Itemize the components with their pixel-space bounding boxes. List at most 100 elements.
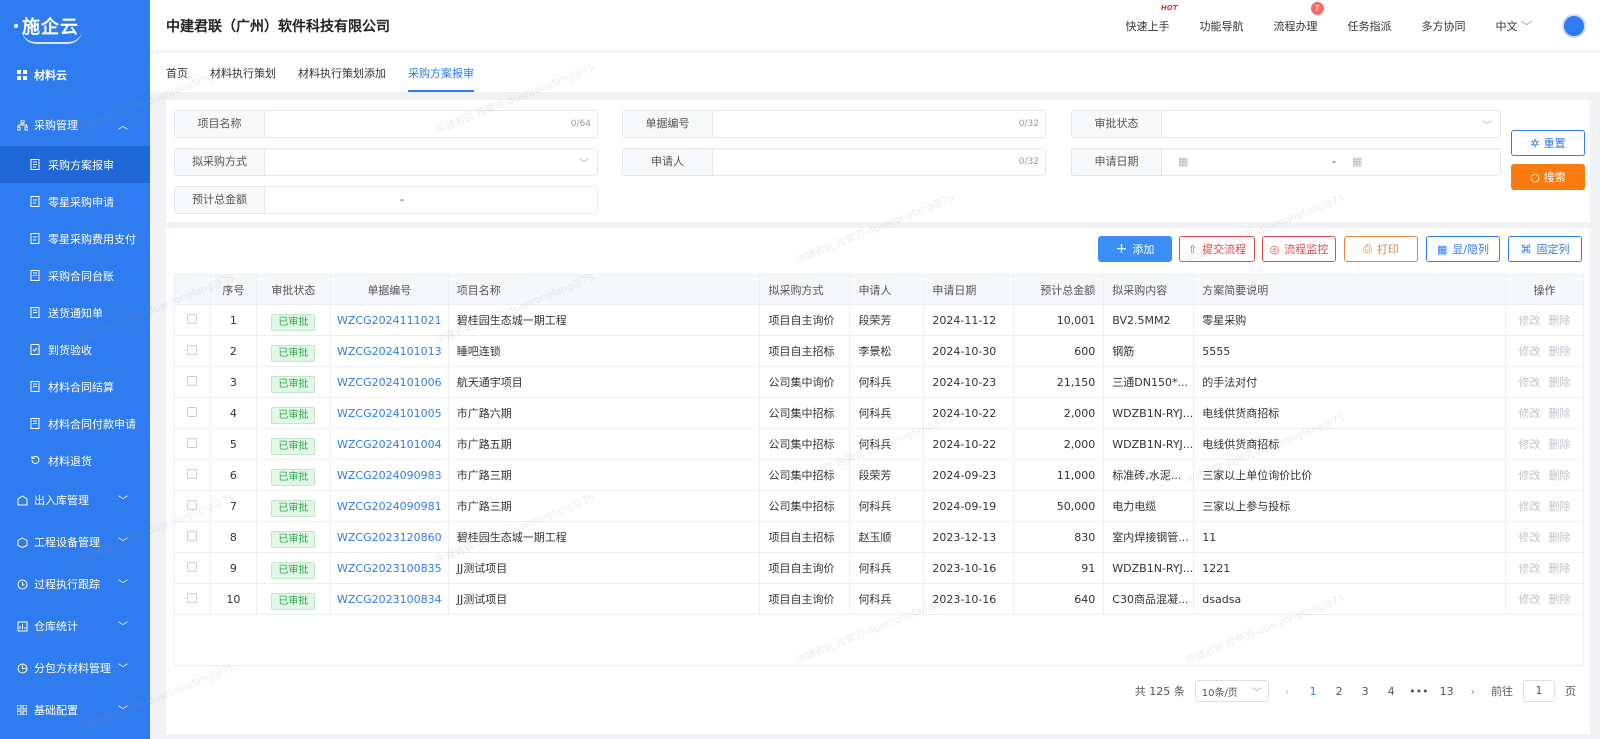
delete-link[interactable]: 删除 xyxy=(1548,345,1570,358)
tab-purchase-plan[interactable]: 采购方案报审 xyxy=(408,52,474,92)
nav-sub-spot-payment[interactable]: 零星采购费用支付 xyxy=(0,220,150,257)
page-number[interactable]: 4 xyxy=(1383,685,1399,698)
approval-status-field[interactable]: 审批状态 ﹀ xyxy=(1071,110,1501,138)
row-checkbox[interactable] xyxy=(187,313,198,324)
delete-link[interactable]: 删除 xyxy=(1548,407,1570,420)
tab-home[interactable]: 首页 xyxy=(166,52,188,92)
purchase-method-field[interactable]: 拟采购方式 ﹀ xyxy=(174,148,598,176)
nav-group-stock-stats[interactable]: 仓库统计 ﹀ xyxy=(0,605,150,647)
table-row[interactable]: 7 已审批 WZCG2024090981 市广路三期 公司集中招标 何科兵 2024-09-… xyxy=(174,490,1585,522)
page-number[interactable]: 3 xyxy=(1357,685,1373,698)
doc-no-link[interactable]: WZCG2023100835 xyxy=(337,562,442,575)
edit-link[interactable]: 修改 xyxy=(1518,376,1540,389)
nav-item-material-cloud[interactable]: 材料云 xyxy=(0,52,150,98)
nav-sub-arrival-check[interactable]: 到货验收 xyxy=(0,331,150,368)
table-row[interactable]: 8 已审批 WZCG2023120860 碧桂园生态城一期工程 项目自主招标 赵玉顺 202… xyxy=(174,521,1585,553)
doc-no-link[interactable]: WZCG2024101005 xyxy=(337,407,442,420)
project-name-input[interactable]: 0/64 xyxy=(265,111,597,137)
delete-link[interactable]: 删除 xyxy=(1548,438,1570,451)
row-checkbox[interactable] xyxy=(187,468,198,479)
delete-link[interactable]: 删除 xyxy=(1548,531,1570,544)
row-checkbox[interactable] xyxy=(187,561,198,572)
row-checkbox[interactable] xyxy=(187,375,198,386)
add-button[interactable]: + 添加 xyxy=(1098,236,1172,262)
row-checkbox[interactable] xyxy=(187,437,198,448)
delete-link[interactable]: 删除 xyxy=(1548,500,1570,513)
menu-quick-start[interactable]: 快速上手 HOT xyxy=(1126,4,1178,34)
menu-workflow[interactable]: 流程办理 7 xyxy=(1274,2,1324,34)
flow-monitor-button[interactable]: ◎ 流程监控 xyxy=(1262,236,1336,262)
avatar[interactable] xyxy=(1562,14,1586,38)
logo[interactable]: 施企云 xyxy=(0,0,150,52)
nav-sub-payment-apply[interactable]: 材料合同付款申请 xyxy=(0,405,150,442)
table-row[interactable]: 3 已审批 WZCG2024101006 航天通宇项目 公司集中询价 何科兵 2024-10… xyxy=(174,366,1585,398)
edit-link[interactable]: 修改 xyxy=(1518,562,1540,575)
total-amount-field[interactable]: 预计总金额 - xyxy=(174,186,598,214)
edit-link[interactable]: 修改 xyxy=(1518,438,1540,451)
row-checkbox[interactable] xyxy=(187,530,198,541)
table-row[interactable]: 4 已审批 WZCG2024101005 市广路六期 公司集中招标 何科兵 2024-10-… xyxy=(174,397,1585,429)
nav-group-warehouse-io[interactable]: 出入库管理 ﹀ xyxy=(0,479,150,521)
apply-date-field[interactable]: 申请日期 ▦ - ▦ xyxy=(1071,148,1501,176)
table-row[interactable]: 1 已审批 WZCG2024111021 碧桂园生态城一期工程 项目自主询价 段荣芳 202… xyxy=(174,304,1585,336)
table-row[interactable]: 6 已审批 WZCG2024090983 市广路三期 公司集中招标 段荣芳 2024-09-… xyxy=(174,459,1585,491)
page-jump-input[interactable]: 1 xyxy=(1523,680,1555,702)
approval-status-select[interactable]: ﹀ xyxy=(1162,111,1500,137)
nav-sub-contract-ledger[interactable]: 采购合同台账 xyxy=(0,257,150,294)
table-row[interactable]: 2 已审批 WZCG2024101013 睡吧连锁 项目自主招标 李景松 2024-10-3… xyxy=(174,335,1585,367)
project-name-field[interactable]: 项目名称 0/64 xyxy=(174,110,598,138)
total-amount-range[interactable]: - xyxy=(265,187,597,213)
edit-link[interactable]: 修改 xyxy=(1518,500,1540,513)
page-ellipsis[interactable]: ••• xyxy=(1409,685,1428,698)
nav-group-process-track[interactable]: 过程执行跟踪 ﹀ xyxy=(0,563,150,605)
doc-no-link[interactable]: WZCG2024111021 xyxy=(337,314,442,327)
purchase-method-select[interactable]: ﹀ xyxy=(265,149,597,175)
doc-no-link[interactable]: WZCG2024101013 xyxy=(337,345,442,358)
row-checkbox[interactable] xyxy=(187,344,198,355)
row-checkbox[interactable] xyxy=(187,499,198,510)
nav-group-base-config[interactable]: 基础配置 ﹀ xyxy=(0,689,150,731)
delete-link[interactable]: 删除 xyxy=(1548,376,1570,389)
nav-sub-material-return[interactable]: 材料退货 xyxy=(0,442,150,479)
applicant-field[interactable]: 申请人 0/32 xyxy=(622,148,1046,176)
menu-collaboration[interactable]: 多方协同 xyxy=(1422,18,1466,34)
page-number[interactable]: 1 xyxy=(1305,685,1321,698)
row-checkbox[interactable] xyxy=(187,406,198,417)
page-number[interactable]: 13 xyxy=(1439,685,1455,698)
reset-button[interactable]: ✲ 重置 xyxy=(1511,130,1585,156)
nav-group-subcontract[interactable]: 分包方材料管理 ﹀ xyxy=(0,647,150,689)
search-button[interactable]: ○ 搜索 xyxy=(1511,164,1585,190)
edit-link[interactable]: 修改 xyxy=(1518,531,1540,544)
edit-link[interactable]: 修改 xyxy=(1518,345,1540,358)
table-row[interactable]: 5 已审批 WZCG2024101004 市广路五期 公司集中招标 何科兵 2024-10-… xyxy=(174,428,1585,460)
applicant-input[interactable]: 0/32 xyxy=(713,149,1045,175)
menu-task-assign[interactable]: 任务指派 xyxy=(1348,18,1392,34)
nav-group-procurement[interactable]: 采购管理 ︿ xyxy=(0,104,150,146)
print-button[interactable]: ⎙ 打印 xyxy=(1344,236,1418,262)
submit-flow-button[interactable]: ⇧ 提交流程 xyxy=(1179,236,1255,262)
doc-no-link[interactable]: WZCG2024090983 xyxy=(337,469,442,482)
doc-no-link[interactable]: WZCG2024101006 xyxy=(337,376,442,389)
menu-function-nav[interactable]: 功能导航 xyxy=(1200,18,1244,34)
page-size-select[interactable]: 10条/页 ﹀ xyxy=(1194,680,1269,702)
delete-link[interactable]: 删除 xyxy=(1548,314,1570,327)
page-number[interactable]: 2 xyxy=(1331,685,1347,698)
doc-no-field[interactable]: 单据编号 0/32 xyxy=(622,110,1046,138)
nav-sub-spot-purchase[interactable]: 零星采购申请 xyxy=(0,183,150,220)
delete-link[interactable]: 删除 xyxy=(1548,562,1570,575)
date-range-input[interactable]: ▦ - ▦ xyxy=(1162,149,1500,175)
doc-no-link[interactable]: WZCG2024090981 xyxy=(337,500,442,513)
prev-page-icon[interactable]: ‹ xyxy=(1285,685,1289,698)
table-row[interactable]: 9 已审批 WZCG2023100835 JJ测试项目 项目自主询价 何科兵 2023-10… xyxy=(174,552,1585,584)
delete-link[interactable]: 删除 xyxy=(1548,469,1570,482)
edit-link[interactable]: 修改 xyxy=(1518,407,1540,420)
doc-no-input[interactable]: 0/32 xyxy=(713,111,1045,137)
toggle-columns-button[interactable]: ▦ 显/隐列 xyxy=(1426,236,1500,262)
tab-material-plan-add[interactable]: 材料执行策划添加 xyxy=(298,52,386,92)
nav-sub-delivery-notice[interactable]: 送货通知单 xyxy=(0,294,150,331)
nav-sub-purchase-plan[interactable]: 采购方案报审 xyxy=(0,146,150,183)
edit-link[interactable]: 修改 xyxy=(1518,469,1540,482)
tab-material-plan[interactable]: 材料执行策划 xyxy=(210,52,276,92)
fix-columns-button[interactable]: ⌘ 固定列 xyxy=(1508,236,1582,262)
next-page-icon[interactable]: › xyxy=(1471,685,1475,698)
